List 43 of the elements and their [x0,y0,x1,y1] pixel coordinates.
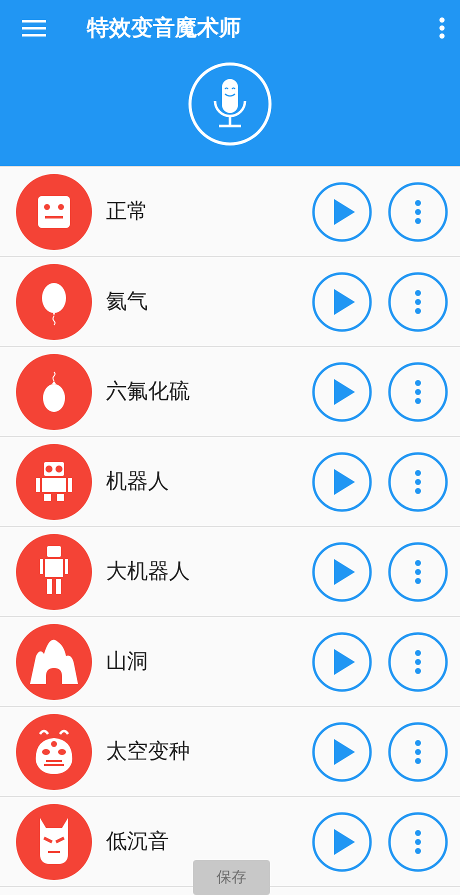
play-button[interactable] [312,272,372,332]
options-button[interactable] [388,812,448,872]
options-button[interactable] [388,182,448,242]
egg-balloon-icon [16,354,92,430]
robot-icon [16,534,92,610]
options-button[interactable] [388,542,448,602]
options-button[interactable] [388,362,448,422]
play-button[interactable] [312,722,372,782]
options-button[interactable] [388,722,448,782]
effect-row[interactable]: 太空变种 [0,706,460,796]
balloon-icon [16,264,92,340]
effect-row[interactable]: 六氟化硫 [0,346,460,436]
more-icon[interactable] [438,17,446,39]
effect-row[interactable]: 大机器人 [0,526,460,616]
play-button[interactable] [312,542,372,602]
effect-row[interactable]: 氦气 [0,256,460,346]
effect-name: 低沉音 [106,828,169,855]
play-button[interactable] [312,182,372,242]
robot-icon [16,444,92,520]
play-button[interactable] [312,632,372,692]
alien-icon [16,714,92,790]
effect-row[interactable]: 山洞 [0,616,460,706]
play-button[interactable] [312,812,372,872]
effect-name: 氦气 [106,288,148,315]
effect-name: 六氟化硫 [106,378,190,405]
effect-name: 机器人 [106,468,169,495]
play-button[interactable] [312,452,372,512]
effect-row[interactable]: 机器人 [0,436,460,526]
options-button[interactable] [388,632,448,692]
effect-name: 太空变种 [106,738,190,765]
mask-icon [16,804,92,880]
robot-face-icon [16,174,92,250]
menu-icon[interactable] [22,19,46,37]
app-title: 特效变音魔术师 [87,14,241,42]
options-button[interactable] [388,272,448,332]
effect-name: 正常 [106,198,148,225]
effect-name: 大机器人 [106,558,190,585]
cave-icon [16,624,92,700]
effect-name: 山洞 [106,648,148,675]
microphone-button[interactable] [188,62,272,146]
play-button[interactable] [312,362,372,422]
effect-row[interactable]: 正常 [0,166,460,256]
options-button[interactable] [388,452,448,512]
